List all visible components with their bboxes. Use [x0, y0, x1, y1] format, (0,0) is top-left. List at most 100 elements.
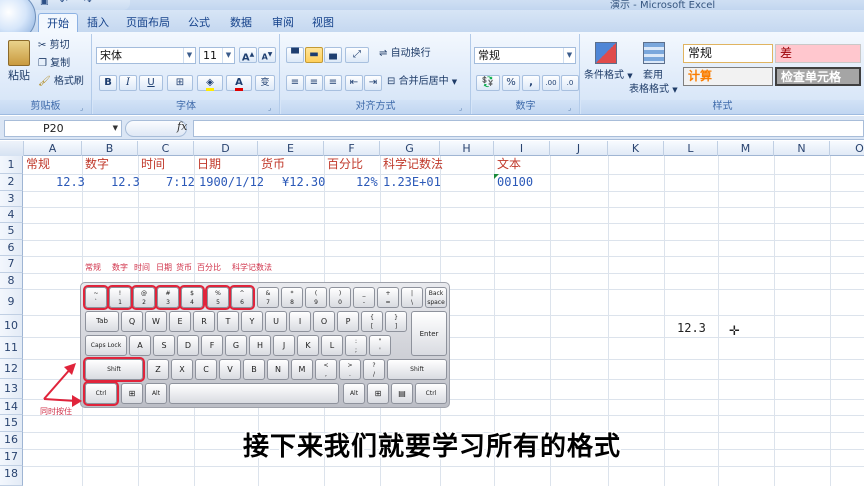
column-header[interactable]: N	[774, 141, 830, 156]
style-check-cell[interactable]: 检查单元格	[775, 67, 861, 86]
row-header[interactable]: 6	[0, 240, 23, 256]
column-header[interactable]: E	[258, 141, 324, 156]
row-header[interactable]: 10	[0, 315, 23, 337]
cell-f2[interactable]: 12%	[356, 175, 378, 190]
column-header[interactable]: L	[664, 141, 718, 156]
copy-button[interactable]: ❐ 复制	[38, 56, 70, 72]
align-bottom-button[interactable]: ▄	[324, 47, 342, 63]
borders-button[interactable]: ⊞	[167, 75, 193, 91]
row-header[interactable]: 1	[0, 156, 23, 174]
cell-a2[interactable]: 12.3	[56, 175, 85, 190]
redo-icon[interactable]: ↷	[84, 0, 98, 9]
name-box[interactable]: P20 ▼	[4, 120, 122, 137]
row-header[interactable]: 2	[0, 174, 23, 191]
wrap-text-button[interactable]: ⇌ 自动换行	[379, 46, 431, 62]
fill-color-button[interactable]: ◈	[197, 75, 223, 91]
format-painter-button[interactable]: 🖌 格式刷	[38, 74, 84, 90]
cell-l10[interactable]: 12.3	[677, 321, 706, 336]
merge-center-button[interactable]: ⊟ 合并后居中 ▼	[387, 74, 457, 90]
row-header[interactable]: 9	[0, 289, 23, 315]
excel-logo-icon[interactable]: ▣	[40, 0, 54, 9]
italic-button[interactable]: I	[119, 75, 137, 91]
column-header[interactable]: G	[380, 141, 440, 156]
cell-d2[interactable]: 1900/1/12	[199, 175, 264, 190]
conditional-format-button[interactable]: 条件格式 ▼	[584, 68, 633, 84]
increase-decimal-button[interactable]: .00	[542, 75, 560, 91]
underline-button[interactable]: U	[139, 75, 163, 91]
cell-c1[interactable]: 时间	[141, 157, 165, 172]
cell-e1[interactable]: 货币	[261, 157, 285, 172]
bold-button[interactable]: B	[99, 75, 117, 91]
font-name-select[interactable]: 宋体 ▼	[96, 47, 196, 64]
row-header[interactable]: 8	[0, 273, 23, 289]
column-header[interactable]: B	[82, 141, 138, 156]
orientation-button[interactable]: ⤢	[345, 47, 369, 63]
comma-button[interactable]: ,	[522, 75, 540, 91]
cell-b2[interactable]: 12.3	[111, 175, 140, 190]
number-format-select[interactable]: 常规 ▼	[474, 47, 576, 64]
cell-i1[interactable]: 文本	[497, 157, 521, 172]
cell-f1[interactable]: 百分比	[327, 157, 363, 172]
dialog-launcher-icon[interactable]: ⌟	[568, 104, 576, 112]
column-header[interactable]: J	[550, 141, 608, 156]
row-header[interactable]: 7	[0, 256, 23, 273]
format-as-table-button[interactable]: 表格格式 ▼	[629, 82, 678, 98]
cell-a1[interactable]: 常规	[26, 157, 50, 172]
cell-b1[interactable]: 数字	[85, 157, 109, 172]
row-header[interactable]: 12	[0, 359, 23, 379]
increase-indent-button[interactable]: ⇥	[364, 75, 382, 91]
font-size-select[interactable]: 11 ▼	[199, 47, 235, 64]
column-header[interactable]: K	[608, 141, 664, 156]
column-header[interactable]: A	[24, 141, 82, 156]
cell-g2[interactable]: 1.23E+01	[383, 175, 441, 190]
row-header[interactable]: 13	[0, 379, 23, 399]
column-header[interactable]: F	[324, 141, 380, 156]
row-header[interactable]: 11	[0, 337, 23, 359]
style-normal[interactable]: 常规	[683, 44, 773, 63]
row-header[interactable]: 14	[0, 399, 23, 415]
tab-home[interactable]: 开始	[38, 13, 78, 32]
align-right-button[interactable]: ≡	[324, 75, 342, 91]
row-header[interactable]: 18	[0, 466, 23, 486]
style-bad[interactable]: 差	[775, 44, 861, 63]
tab-page-layout[interactable]: 页面布局	[120, 13, 176, 32]
style-calculation[interactable]: 计算	[683, 67, 773, 86]
cut-button[interactable]: ✂ 剪切	[38, 38, 70, 54]
tab-insert[interactable]: 插入	[80, 13, 116, 32]
shrink-font-button[interactable]: A▼	[258, 47, 276, 63]
dialog-launcher-icon[interactable]: ⌟	[80, 104, 88, 112]
formula-input[interactable]	[193, 120, 864, 137]
phonetic-button[interactable]: 变	[255, 75, 275, 91]
undo-icon[interactable]: ↶	[60, 0, 74, 9]
column-header[interactable]: I	[494, 141, 550, 156]
tab-view[interactable]: 视图	[304, 13, 342, 32]
align-top-button[interactable]: ▀	[286, 47, 304, 63]
grow-font-button[interactable]: A▲	[239, 47, 257, 63]
paste-button[interactable]: 粘贴	[8, 68, 30, 84]
dialog-launcher-icon[interactable]: ⌟	[268, 104, 276, 112]
tab-formulas[interactable]: 公式	[180, 13, 218, 32]
font-color-button[interactable]: A	[226, 75, 252, 91]
row-header[interactable]: 5	[0, 223, 23, 240]
row-header[interactable]: 3	[0, 191, 23, 207]
align-middle-button[interactable]: ▬	[305, 47, 323, 63]
cell-d1[interactable]: 日期	[197, 157, 221, 172]
decrease-indent-button[interactable]: ⇤	[345, 75, 363, 91]
cell-e2[interactable]: ¥12.30	[282, 175, 325, 190]
column-header[interactable]: C	[138, 141, 194, 156]
dialog-launcher-icon[interactable]: ⌟	[459, 104, 467, 112]
tab-data[interactable]: 数据	[222, 13, 260, 32]
percent-button[interactable]: %	[502, 75, 520, 91]
column-header[interactable]: O	[830, 141, 864, 156]
cell-c2[interactable]: 7:12	[166, 175, 195, 190]
decrease-decimal-button[interactable]: .0	[561, 75, 579, 91]
column-header[interactable]: M	[718, 141, 774, 156]
accounting-format-button[interactable]: 💱	[476, 75, 500, 91]
insert-function-icon[interactable]: fx	[177, 120, 187, 133]
cell-i2[interactable]: 00100	[497, 175, 533, 190]
cell-g1[interactable]: 科学记数法	[383, 157, 443, 172]
align-left-button[interactable]: ≡	[286, 75, 304, 91]
align-center-button[interactable]: ≡	[305, 75, 323, 91]
select-all-corner[interactable]	[0, 141, 24, 156]
tab-review[interactable]: 审阅	[264, 13, 302, 32]
